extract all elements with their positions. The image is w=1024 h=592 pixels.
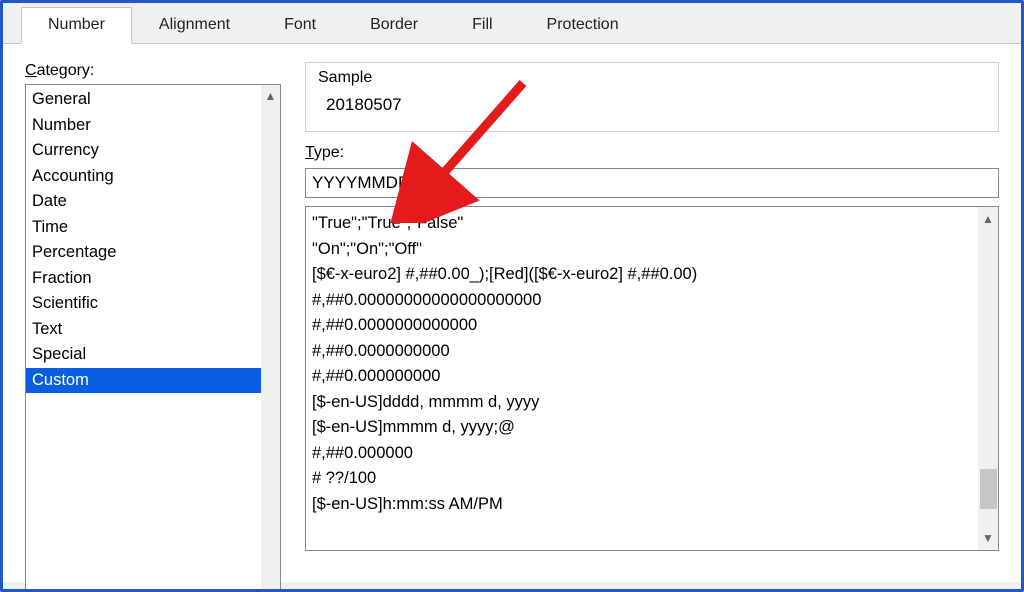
format-item[interactable]: [$-en-US]dddd, mmmm d, yyyy (312, 390, 974, 416)
content-area: Category: GeneralNumberCurrencyAccountin… (3, 44, 1021, 582)
category-label: Category: (25, 62, 281, 80)
format-cells-dialog: NumberAlignmentFontBorderFillProtection … (0, 0, 1024, 592)
format-details: Sample 20180507 Type: "True";"True";"Fal… (305, 62, 999, 582)
category-panel: Category: GeneralNumberCurrencyAccountin… (25, 62, 281, 582)
category-item-special[interactable]: Special (26, 342, 261, 368)
scrollbar-thumb[interactable] (980, 469, 997, 509)
category-item-scientific[interactable]: Scientific (26, 291, 261, 317)
tab-strip: NumberAlignmentFontBorderFillProtection (3, 7, 1021, 44)
category-item-percentage[interactable]: Percentage (26, 240, 261, 266)
formats-listbox: "True";"True";"False""On";"On";"Off"[$€-… (305, 206, 999, 551)
scroll-down-icon: ▼ (982, 531, 994, 545)
category-item-text[interactable]: Text (26, 317, 261, 343)
format-item[interactable]: #,##0.000000 (312, 441, 974, 467)
category-item-general[interactable]: General (26, 87, 261, 113)
category-item-date[interactable]: Date (26, 189, 261, 215)
format-item[interactable]: #,##0.00000000000000000000 (312, 288, 974, 314)
type-input[interactable] (305, 168, 999, 198)
format-item[interactable]: #,##0.0000000000000 (312, 313, 974, 339)
scroll-up-icon: ▲ (982, 212, 994, 226)
format-item[interactable]: #,##0.0000000000 (312, 339, 974, 365)
category-item-currency[interactable]: Currency (26, 138, 261, 164)
sample-title: Sample (318, 69, 988, 87)
format-item[interactable]: #,##0.000000000 (312, 364, 974, 390)
category-item-number[interactable]: Number (26, 113, 261, 139)
type-label: Type: (305, 144, 999, 162)
category-item-time[interactable]: Time (26, 215, 261, 241)
sample-box: Sample 20180507 (305, 62, 999, 132)
format-item[interactable]: [$-en-US]h:mm:ss AM/PM (312, 492, 974, 518)
tab-border[interactable]: Border (343, 7, 445, 43)
category-item-fraction[interactable]: Fraction (26, 266, 261, 292)
formats-scrollbar[interactable]: ▲ ▼ (978, 207, 998, 550)
tab-number[interactable]: Number (21, 7, 132, 44)
format-item[interactable]: # ??/100 (312, 466, 974, 492)
format-item[interactable]: "True";"True";"False" (312, 211, 974, 237)
tab-font[interactable]: Font (257, 7, 343, 43)
sample-value: 20180507 (318, 93, 988, 115)
category-scrollbar[interactable]: ▲ (261, 85, 280, 592)
category-listbox: GeneralNumberCurrencyAccountingDateTimeP… (25, 84, 281, 592)
tab-fill[interactable]: Fill (445, 7, 519, 43)
category-item-accounting[interactable]: Accounting (26, 164, 261, 190)
category-item-custom[interactable]: Custom (26, 368, 261, 394)
format-item[interactable]: [$€-x-euro2] #,##0.00_);[Red]([$€-x-euro… (312, 262, 974, 288)
format-item[interactable]: "On";"On";"Off" (312, 237, 974, 263)
format-item[interactable]: [$-en-US]mmmm d, yyyy;@ (312, 415, 974, 441)
scroll-up-icon: ▲ (265, 89, 277, 103)
tab-protection[interactable]: Protection (520, 7, 646, 43)
tab-alignment[interactable]: Alignment (132, 7, 257, 43)
